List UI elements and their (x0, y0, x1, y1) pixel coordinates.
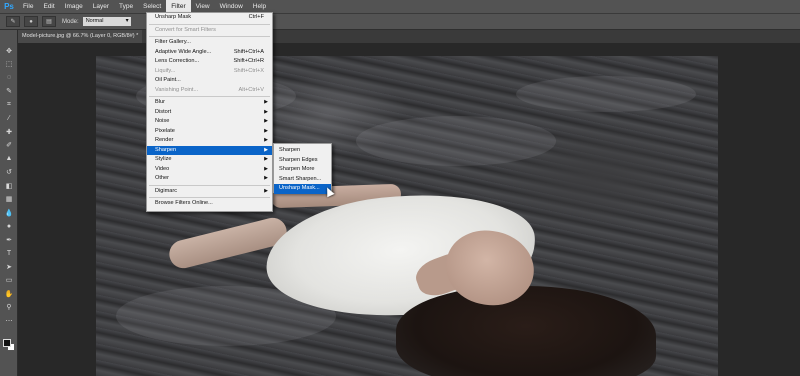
path-select-tool-icon[interactable]: ➤ (0, 260, 18, 274)
menu-image[interactable]: Image (60, 0, 88, 13)
submenu-item-sharpen[interactable]: Sharpen (274, 146, 331, 156)
brush-preset-icon[interactable]: ● (24, 16, 38, 27)
mode-select[interactable]: Normal (82, 17, 131, 26)
menu-item-vanishing-point: Vanishing Point... Alt+Ctrl+V (155, 86, 264, 93)
menu-item-blur[interactable]: Blur ▶ (147, 98, 272, 108)
marquee-tool-icon[interactable]: ⬚ (0, 58, 18, 72)
blur-tool-icon[interactable]: 💧 (0, 206, 18, 220)
shape-tool-icon[interactable]: ▭ (0, 274, 18, 288)
history-brush-tool-icon[interactable]: ↺ (0, 166, 18, 180)
type-tool-icon[interactable]: T (0, 247, 18, 261)
menu-bar: Ps File Edit Image Layer Type Select Fil… (0, 0, 800, 13)
submenu-arrow-icon: ▶ (264, 108, 268, 115)
zoom-tool-icon[interactable]: ⚲ (0, 301, 18, 315)
menu-file[interactable]: File (18, 0, 38, 13)
brush-panel-icon[interactable]: ▤ (42, 16, 56, 27)
submenu-item-smart-sharpen[interactable]: Smart Sharpen... (274, 175, 331, 185)
more-tools-icon[interactable]: ⋯ (0, 314, 18, 328)
lasso-tool-icon[interactable]: ◌ (0, 71, 18, 85)
menu-type[interactable]: Type (114, 0, 138, 13)
menu-item-last-filter[interactable]: Unsharp Mask Ctrl+F (147, 13, 272, 23)
menu-layer[interactable]: Layer (88, 0, 114, 13)
options-bar: ✎ ● ▤ Mode: Normal (0, 13, 800, 30)
menu-item-convert-smart-filters: Convert for Smart Filters (155, 26, 216, 33)
quick-select-tool-icon[interactable]: ✎ (0, 85, 18, 99)
submenu-arrow-icon: ▶ (264, 156, 268, 162)
dodge-tool-icon[interactable]: ● (0, 220, 18, 234)
submenu-arrow-icon: ▶ (264, 99, 268, 105)
menu-item-render[interactable]: Render ▶ (147, 136, 272, 146)
crop-tool-icon[interactable]: ⌗ (0, 98, 18, 112)
menu-item-stylize[interactable]: Stylize ▶ (147, 155, 272, 165)
menu-item-other[interactable]: Other ▶ (147, 174, 272, 184)
hand-tool-icon[interactable]: ✋ (0, 287, 18, 301)
menu-item-digimarc[interactable]: Digimarc ▶ (147, 187, 272, 197)
menu-edit[interactable]: Edit (38, 0, 59, 13)
tool-preset-icon[interactable]: ✎ (6, 16, 20, 27)
submenu-arrow-icon: ▶ (264, 187, 268, 194)
submenu-arrow-icon: ▶ (264, 175, 268, 181)
clone-stamp-tool-icon[interactable]: ▲ (0, 152, 18, 166)
sharpen-submenu: Sharpen Sharpen Edges Sharpen More Smart… (273, 143, 332, 194)
foreground-color-swatch[interactable] (3, 339, 11, 347)
menu-item-noise[interactable]: Noise ▶ (147, 117, 272, 127)
submenu-arrow-icon: ▶ (264, 118, 268, 124)
menu-item-sharpen[interactable]: Sharpen ▶ (147, 145, 272, 155)
menu-item-distort[interactable]: Distort ▶ (147, 108, 272, 118)
tools-panel: ✥ ⬚ ◌ ✎ ⌗ ⁄ ✚ ✐ ▲ ↺ ◧ ▦ 💧 ● ✒ T ➤ ▭ ✋ ⚲ … (0, 30, 18, 376)
document-tab[interactable]: Model-picture.jpg @ 66.7% (Layer 0, RGB/… (18, 30, 143, 43)
mode-label: Mode: (62, 18, 79, 25)
menu-item-oil-paint[interactable]: Oil Paint... (147, 76, 272, 86)
menu-item-liquify: Liquify... Shift+Ctrl+X (155, 67, 264, 74)
submenu-arrow-icon: ▶ (264, 146, 268, 153)
eyedropper-tool-icon[interactable]: ⁄ (0, 112, 18, 126)
menu-item-lens-correction[interactable]: Lens Correction... Shift+Ctrl+R (147, 57, 272, 67)
submenu-arrow-icon: ▶ (264, 127, 268, 134)
menu-item-adaptive-wide-angle[interactable]: Adaptive Wide Angle... Shift+Ctrl+A (147, 48, 272, 58)
photoshop-window: Ps File Edit Image Layer Type Select Fil… (0, 0, 800, 376)
submenu-arrow-icon: ▶ (264, 137, 268, 143)
menu-item-browse-filters-online[interactable]: Browse Filters Online... (147, 199, 272, 209)
pen-tool-icon[interactable]: ✒ (0, 233, 18, 247)
submenu-arrow-icon: ▶ (264, 165, 268, 172)
healing-tool-icon[interactable]: ✚ (0, 125, 18, 139)
menu-item-pixelate[interactable]: Pixelate ▶ (147, 127, 272, 137)
move-tool-icon[interactable]: ✥ (0, 44, 18, 58)
gradient-tool-icon[interactable]: ▦ (0, 193, 18, 207)
eraser-tool-icon[interactable]: ◧ (0, 179, 18, 193)
submenu-item-sharpen-more[interactable]: Sharpen More (274, 165, 331, 175)
menu-item-video[interactable]: Video ▶ (147, 165, 272, 175)
photoshop-logo: Ps (4, 2, 14, 11)
submenu-item-sharpen-edges[interactable]: Sharpen Edges (274, 156, 331, 166)
document-tab-bar: Model-picture.jpg @ 66.7% (Layer 0, RGB/… (18, 30, 800, 43)
menu-item-filter-gallery[interactable]: Filter Gallery... (147, 38, 272, 48)
brush-tool-icon[interactable]: ✐ (0, 139, 18, 153)
filter-menu: Unsharp Mask Ctrl+F Convert for Smart Fil… (146, 12, 273, 212)
